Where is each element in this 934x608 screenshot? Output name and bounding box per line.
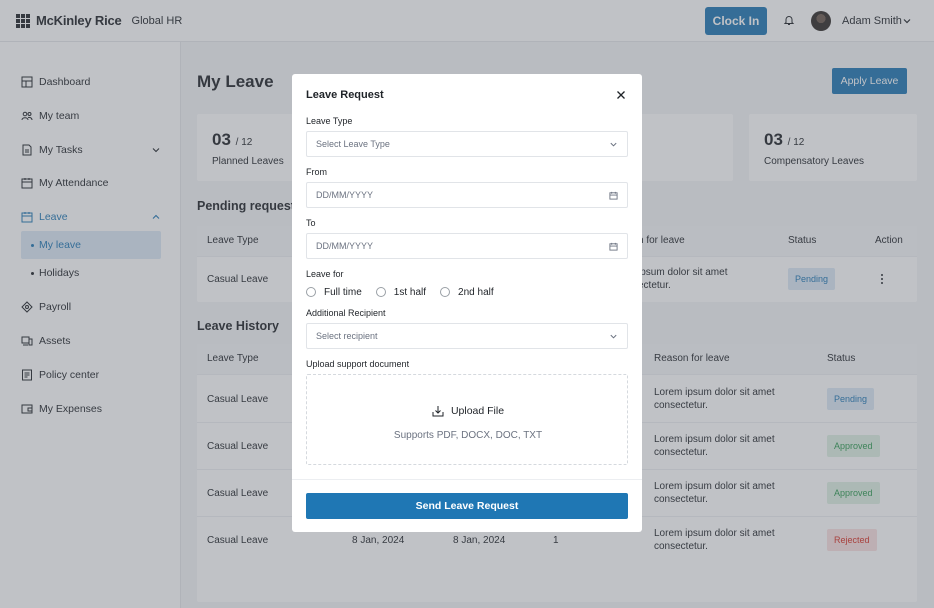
leave-request-modal: Leave Request Leave Type Select Leave Ty… [292,74,642,532]
from-label: From [306,167,327,177]
radio-circle[interactable] [306,287,316,297]
radio-label: 2nd half [458,286,494,298]
leave-type-label: Leave Type [306,116,353,126]
divider [292,479,642,480]
leave-for-options: Full time 1st half 2nd half [306,285,508,299]
leave-type-placeholder: Select Leave Type [316,139,390,149]
calendar-icon[interactable] [609,242,618,251]
modal-title: Leave Request [306,89,384,101]
radio-label: Full time [324,286,362,298]
upload-icon [432,406,444,417]
recipient-select[interactable]: Select recipient [306,323,628,349]
close-icon[interactable] [616,90,626,100]
radio-second-half[interactable]: 2nd half [440,287,494,298]
to-date-placeholder: DD/MM/YYYY [316,241,374,251]
upload-dropzone[interactable]: Upload File Supports PDF, DOCX, DOC, TXT [306,374,628,465]
chevron-down-icon [610,142,617,147]
to-date-field[interactable]: DD/MM/YYYY [306,233,628,259]
radio-circle[interactable] [375,287,386,297]
recipient-label: Additional Recipient [306,308,386,318]
to-label: To [306,218,316,228]
upload-file-button[interactable]: Upload File [307,405,629,417]
leave-for-label: Leave for [306,269,344,279]
leave-type-select[interactable]: Select Leave Type [306,131,628,157]
upload-file-label: Upload File [450,405,505,417]
recipient-placeholder: Select recipient [316,331,378,341]
radio-label: 1st half [393,286,427,298]
upload-supported-formats: Supports PDF, DOCX, DOC, TXT [393,430,543,441]
radio-first-half[interactable]: 1st half [375,286,427,298]
from-date-placeholder: DD/MM/YYYY [316,190,374,200]
chevron-down-icon [610,334,617,339]
send-leave-request-button[interactable]: Send Leave Request [306,493,628,519]
from-date-field[interactable]: DD/MM/YYYY [306,182,628,208]
radio-circle[interactable] [440,287,451,297]
calendar-icon[interactable] [609,191,618,200]
radio-full-time[interactable]: Full time [306,287,362,298]
upload-label: Upload support document [306,359,410,369]
